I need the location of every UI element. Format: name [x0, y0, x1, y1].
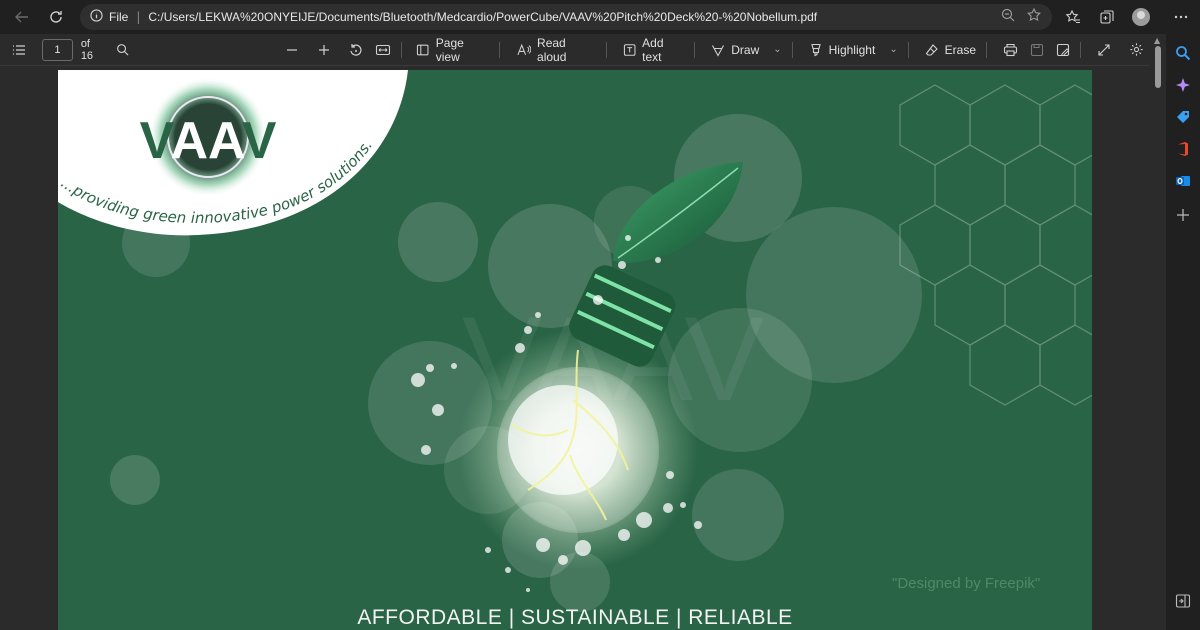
- back-icon[interactable]: [6, 3, 38, 31]
- toolbar-divider: [498, 41, 500, 58]
- avatar: [1132, 8, 1150, 26]
- erase-label: Erase: [944, 42, 977, 57]
- info-icon[interactable]: [90, 9, 103, 25]
- pdf-page: VAAV VAAV ...providing green innovative …: [58, 70, 1092, 630]
- add-text-icon: [623, 43, 636, 56]
- settings-gear-icon[interactable]: [1123, 36, 1150, 64]
- browser-titlebar: File | C:/Users/LEKWA%20ONYEIJE/Document…: [0, 0, 1200, 34]
- office-icon[interactable]: [1174, 140, 1192, 158]
- rotate-icon[interactable]: [343, 36, 369, 64]
- collections-icon[interactable]: [1094, 4, 1120, 30]
- zoom-out-icon[interactable]: [279, 36, 305, 64]
- fit-page-icon[interactable]: [369, 36, 397, 64]
- pdf-toolbar: 1 of 16 Page view Read aloud Add text Dr…: [0, 34, 1150, 66]
- profile-avatar[interactable]: [1128, 4, 1154, 30]
- freepik-credit: "Designed by Freepik": [892, 575, 1041, 592]
- add-favorite-icon[interactable]: [1026, 7, 1042, 26]
- slide-tagline: AFFORDABLE | SUSTAINABLE | RELIABLE: [357, 606, 793, 629]
- file-scheme-label: File: [109, 10, 129, 24]
- url-text[interactable]: C:/Users/LEKWA%20ONYEIJE/Documents/Bluet…: [148, 10, 817, 24]
- contents-icon[interactable]: [6, 36, 32, 64]
- outlook-icon[interactable]: [1174, 172, 1192, 190]
- save-icon[interactable]: [1024, 36, 1050, 64]
- page-view-button[interactable]: Page view: [410, 36, 494, 64]
- address-separator: |: [136, 10, 141, 24]
- add-text-button[interactable]: Add text: [617, 36, 691, 64]
- highlight-button[interactable]: Highlight ⌄: [803, 36, 904, 64]
- search-icon[interactable]: [110, 36, 135, 64]
- read-aloud-label: Read aloud: [537, 35, 567, 64]
- highlight-chevron-down-icon[interactable]: ⌄: [889, 44, 897, 55]
- toolbar-divider: [907, 41, 909, 58]
- eraser-icon: [925, 43, 938, 56]
- copilot-icon[interactable]: [1174, 76, 1192, 94]
- vertical-scrollbar[interactable]: ▲: [1150, 34, 1166, 630]
- favorites-icon[interactable]: [1060, 4, 1086, 30]
- address-bar[interactable]: File | C:/Users/LEKWA%20ONYEIJE/Document…: [80, 4, 1052, 30]
- toolbar-divider: [986, 41, 987, 58]
- refresh-icon[interactable]: [40, 3, 72, 31]
- hide-sidebar-icon[interactable]: [1174, 592, 1192, 610]
- toolbar-divider: [605, 41, 607, 58]
- page-number-input[interactable]: 1: [42, 38, 73, 61]
- save-as-icon[interactable]: [1050, 36, 1076, 64]
- edge-sidebar: [1166, 34, 1200, 630]
- scroll-up-arrow-icon[interactable]: ▲: [1154, 36, 1160, 45]
- page-total: of 16: [80, 37, 94, 62]
- more-options-icon[interactable]: [1168, 4, 1194, 30]
- logo-text: VAAV: [140, 112, 277, 170]
- toolbar-divider: [694, 41, 696, 58]
- draw-button[interactable]: Draw ⌄: [705, 36, 787, 64]
- shopping-tag-icon[interactable]: [1174, 108, 1192, 126]
- add-sidebar-app-icon[interactable]: [1174, 206, 1192, 224]
- bulb-core: [508, 385, 618, 495]
- erase-button[interactable]: Erase: [919, 36, 982, 64]
- page-view-label: Page view: [435, 35, 464, 64]
- browser-actions: [1060, 0, 1194, 34]
- draw-icon: [712, 44, 725, 57]
- address-actions: [1000, 7, 1042, 26]
- hexagon-pattern: [899, 84, 1092, 406]
- toolbar-divider: [1079, 41, 1081, 58]
- read-aloud-icon: [517, 43, 531, 55]
- draw-chevron-down-icon[interactable]: ⌄: [773, 44, 781, 55]
- zoom-icon[interactable]: [1000, 7, 1016, 26]
- highlight-label: Highlight: [828, 42, 876, 57]
- highlight-icon: [810, 43, 821, 56]
- fullscreen-icon[interactable]: [1091, 36, 1117, 64]
- draw-label: Draw: [731, 42, 760, 57]
- read-aloud-button[interactable]: Read aloud: [510, 36, 602, 64]
- scroll-thumb[interactable]: [1155, 46, 1161, 88]
- toolbar-divider: [401, 41, 403, 58]
- toolbar-divider: [791, 41, 793, 58]
- sidebar-search-icon[interactable]: [1174, 44, 1192, 62]
- add-text-label: Add text: [642, 35, 664, 64]
- page-view-icon: [417, 44, 429, 55]
- slide-artwork: VAAV VAAV ...providing green innovative …: [58, 70, 1092, 612]
- zoom-in-icon[interactable]: [311, 36, 337, 64]
- print-icon[interactable]: [997, 36, 1024, 64]
